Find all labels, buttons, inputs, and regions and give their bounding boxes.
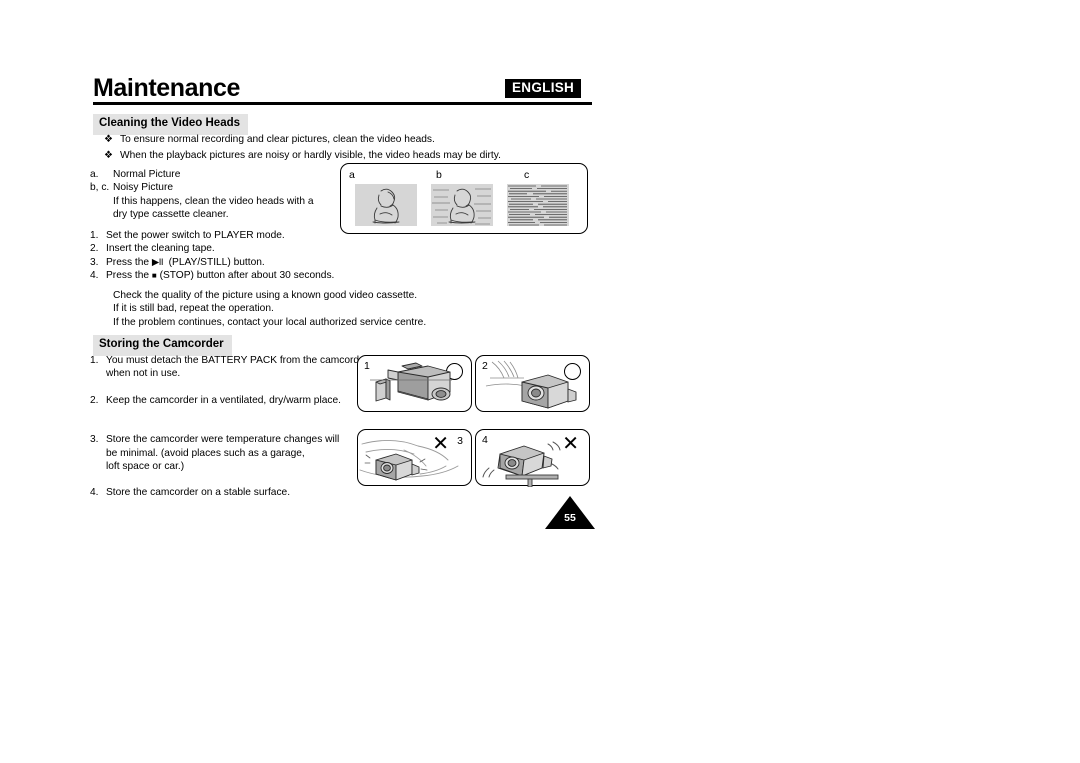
step-text-line: be minimal. (avoid places such as a gara…	[106, 447, 305, 459]
step-text-line: loft space or car.)	[106, 461, 185, 473]
storing-panel-1: 1	[357, 355, 472, 412]
list-item: 2. Insert the cleaning tape.	[90, 242, 334, 255]
static-picture-thumbnail	[507, 184, 569, 226]
step-text-before-glyph: Press the	[106, 256, 150, 268]
list-item: ❖ To ensure normal recording and clear p…	[104, 133, 501, 146]
section-heading-storing: Storing the Camcorder	[93, 335, 232, 356]
step-text-line: Store the camcorder were temperature cha…	[106, 434, 340, 446]
step-number: 2.	[90, 394, 99, 406]
storing-steps-list: 1. You must detach the BATTERY PACK from…	[90, 354, 368, 500]
list-item: 2. Keep the camcorder in a ventilated, d…	[90, 394, 368, 407]
list-item: ❖ When the playback pictures are noisy o…	[104, 149, 501, 162]
picture-quality-illustration: a b c	[340, 163, 588, 234]
noisy-picture-thumbnail	[431, 184, 493, 226]
step-number: 3.	[90, 256, 99, 268]
diamond-bullet-icon: ❖	[104, 134, 113, 145]
cleaning-bullet-list: ❖ To ensure normal recording and clear p…	[104, 133, 501, 166]
list-item: 3. Press the ▶II (PLAY/STILL) button.	[90, 256, 334, 269]
page-number: 55	[564, 512, 576, 524]
storing-panel-4: 4 ✕	[475, 429, 590, 487]
list-item: 3. Store the camcorder were temperature …	[90, 433, 368, 473]
normal-picture-thumbnail	[355, 184, 417, 226]
diamond-bullet-icon: ❖	[104, 150, 113, 162]
page-title: Maintenance	[93, 74, 241, 102]
note-line: If it is still bad, repeat the operation…	[113, 303, 274, 315]
legend-subtext-line: dry type cassette cleaner.	[113, 209, 229, 221]
picture-cell-label: a	[349, 169, 355, 181]
step-text-line: You must detach the BATTERY PACK from th…	[106, 355, 369, 366]
list-item: 4. Press the ■ (STOP) button after about…	[90, 269, 334, 282]
legend-label: a.	[90, 169, 99, 180]
picture-cell-label: b	[436, 169, 442, 181]
list-item: a. Normal Picture	[90, 168, 314, 181]
step-number: 1.	[90, 230, 99, 241]
step-text-line: Store the camcorder on a stable surface.	[106, 487, 291, 499]
language-badge: ENGLISH	[505, 79, 582, 98]
step-text-before-glyph: Press the	[106, 270, 150, 282]
step-text-line: Keep the camcorder in a ventilated, dry/…	[106, 394, 341, 406]
picture-cell-label: c	[524, 169, 530, 181]
legend-text: Noisy Picture	[113, 182, 174, 194]
step-number: 1.	[90, 355, 99, 366]
storing-panel-2: 2	[475, 355, 590, 412]
list-item: 1. You must detach the BATTERY PACK from…	[90, 354, 368, 381]
step-number: 4.	[90, 270, 99, 282]
storing-panel-3: 3 ✕	[357, 429, 472, 486]
bullet-text: When the playback pictures are noisy or …	[120, 150, 501, 162]
list-item: b, c. Noisy Picture	[90, 181, 314, 194]
bullet-text: To ensure normal recording and clear pic…	[120, 134, 435, 145]
step-number: 3.	[90, 434, 99, 446]
cleaning-steps-list: 1. Set the power switch to PLAYER mode. …	[90, 229, 334, 283]
list-item: 4. Store the camcorder on a stable surfa…	[90, 486, 368, 499]
step-text: Insert the cleaning tape.	[106, 243, 215, 255]
page-number-badge: 55	[545, 496, 595, 529]
step-text-line: when not in use.	[106, 368, 181, 380]
legend-subtext-line: If this happens, clean the video heads w…	[113, 195, 314, 207]
cleaning-notes: Check the quality of the picture using a…	[113, 289, 426, 329]
step-number: 4.	[90, 487, 99, 499]
legend-label: b, c.	[90, 182, 110, 194]
step-text-after-glyph: (STOP) button after about 30 seconds.	[159, 270, 335, 282]
step-text: Set the power switch to PLAYER mode.	[106, 230, 285, 241]
header-rule	[93, 102, 592, 105]
note-line: If the problem continues, contact your l…	[113, 316, 427, 328]
legend-text: Normal Picture	[113, 169, 181, 180]
manual-page: Maintenance ENGLISH Cleaning the Video H…	[0, 0, 1080, 763]
list-item: 1. Set the power switch to PLAYER mode.	[90, 229, 334, 242]
picture-legend-list: a. Normal Picture b, c. Noisy Picture If…	[90, 168, 314, 222]
play-still-icon: ▶II	[151, 256, 164, 268]
note-line: Check the quality of the picture using a…	[113, 290, 418, 301]
section-heading-cleaning: Cleaning the Video Heads	[93, 114, 249, 135]
step-text-after-glyph: (PLAY/STILL) button.	[168, 256, 265, 268]
step-number: 2.	[90, 243, 99, 255]
